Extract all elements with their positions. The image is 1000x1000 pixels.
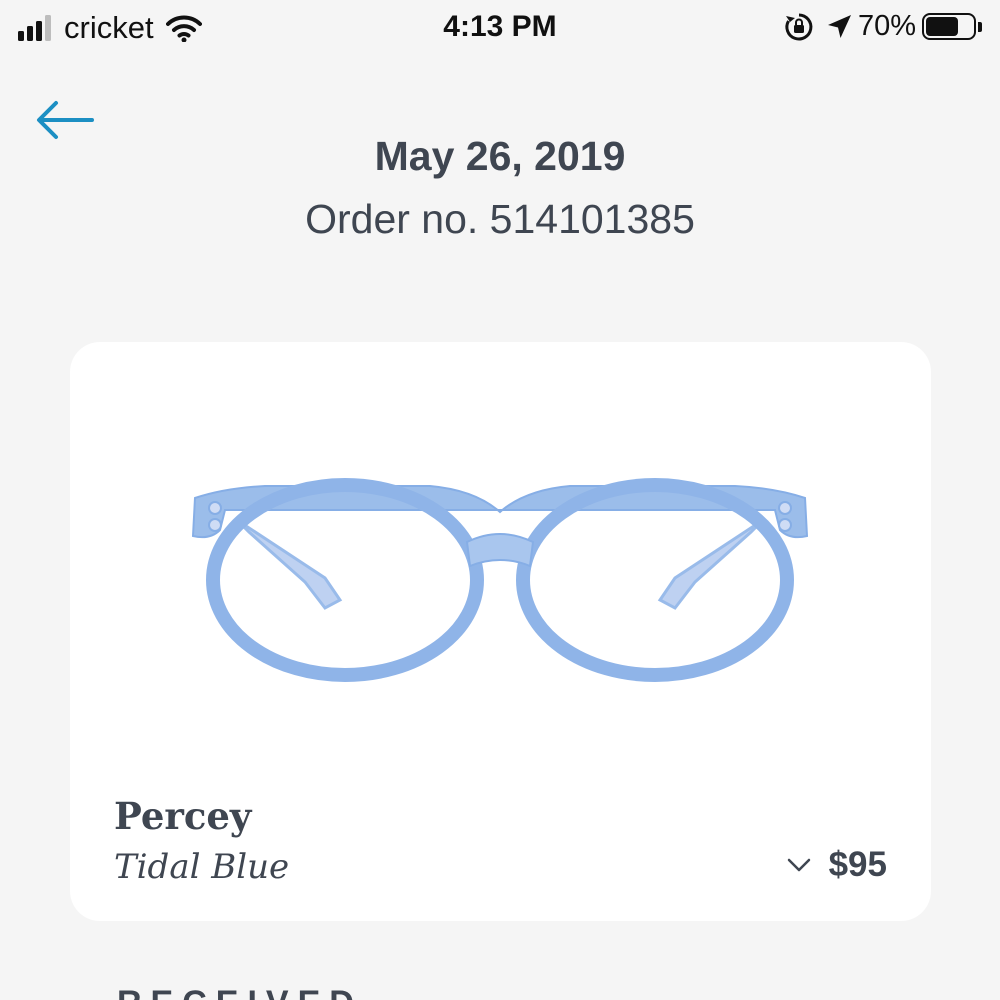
product-color: Tidal Blue	[114, 847, 290, 887]
price-toggle[interactable]: $95	[787, 845, 887, 885]
product-card[interactable]: Percey Tidal Blue $95	[70, 342, 931, 921]
chevron-down-icon	[787, 858, 810, 872]
section-label-received: RECEIVED	[117, 984, 363, 1000]
battery-icon	[922, 13, 976, 40]
product-name: Percey	[114, 794, 252, 838]
order-detail-screen: cricket 4:13 PM 70% May 26, 2019 Order n…	[0, 0, 1000, 1000]
product-price: $95	[828, 845, 887, 884]
battery-percentage: 70%	[857, 10, 916, 42]
order-number: Order no. 514101385	[305, 196, 695, 242]
order-date: May 26, 2019	[374, 133, 626, 179]
battery-level-fill	[926, 17, 959, 36]
status-bar: cricket 4:13 PM 70%	[0, 0, 1000, 56]
location-arrow-icon	[827, 14, 851, 38]
battery-cap	[978, 21, 982, 32]
orientation-lock-icon	[785, 13, 813, 40]
status-bar-right: 70%	[784, 10, 982, 43]
eyeglasses-image	[191, 478, 809, 682]
